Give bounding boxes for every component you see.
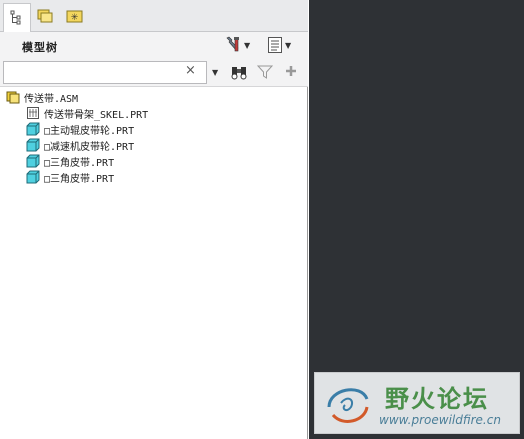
chevron-down-icon: ▼ <box>244 40 251 50</box>
add-button[interactable] <box>284 64 298 81</box>
chevron-down-icon: ▼ <box>285 40 292 50</box>
part-icon <box>26 138 40 152</box>
skeleton-part-icon <box>26 106 40 120</box>
tree-node-label: □三角皮带.PRT <box>44 157 115 169</box>
plus-icon <box>286 66 296 76</box>
model-tree-panel: ✳ 模型树 ▼ ▼ × ▼ 传送带.ASM 传送带骨架_SKEL.PRT □主动… <box>0 0 308 439</box>
binoculars-icon <box>231 67 247 80</box>
clear-search-icon[interactable]: × <box>185 63 196 78</box>
settings-tools-icon <box>226 36 239 52</box>
part-icon <box>26 170 40 184</box>
filter-icon <box>256 65 274 79</box>
show-list-icon <box>268 37 282 53</box>
tree-node-label: □三角皮带.PRT <box>44 173 115 185</box>
watermark-title: 野火论坛 <box>385 385 489 413</box>
watermark-logo <box>327 388 369 423</box>
favorites-tab[interactable]: ✳ <box>61 3 89 29</box>
tree-icon <box>10 10 21 25</box>
watermark: 野火论坛 www.proewildfire.cn <box>314 372 520 434</box>
filter-button[interactable] <box>256 64 274 83</box>
panel-header: 模型树 ▼ ▼ <box>0 32 308 59</box>
folders-icon <box>37 9 53 23</box>
model-tree: 传送带.ASM 传送带骨架_SKEL.PRT □主动辊皮带轮.PRT □减速机皮… <box>0 89 306 185</box>
tree-node-part[interactable]: □主动辊皮带轮.PRT <box>0 121 306 137</box>
tree-node-label: 传送带.ASM <box>24 93 79 105</box>
watermark-url: www.proewildfire.cn <box>379 413 501 427</box>
part-icon <box>26 122 40 136</box>
assembly-icon <box>6 90 20 104</box>
tree-node-part[interactable]: □三角皮带.PRT <box>0 153 306 169</box>
tree-node-part[interactable]: □减速机皮带轮.PRT <box>0 137 306 153</box>
star-folder-icon: ✳ <box>66 10 83 23</box>
app-window: ✳ 模型树 ▼ ▼ × ▼ 传送带.ASM 传送带骨架_SKEL.PRT □主动… <box>0 0 524 439</box>
svg-text:✳: ✳ <box>71 13 79 23</box>
search-row: × ▼ <box>0 59 308 87</box>
tree-node-label: □主动辊皮带轮.PRT <box>44 125 135 137</box>
navigator-tabstrip: ✳ <box>0 0 308 32</box>
show-button[interactable]: ▼ <box>267 36 291 54</box>
search-input[interactable] <box>3 61 207 84</box>
tree-node-skeleton[interactable]: 传送带骨架_SKEL.PRT <box>0 105 306 121</box>
tree-node-part[interactable]: □三角皮带.PRT <box>0 169 306 185</box>
panel-title: 模型树 <box>22 41 58 54</box>
search-options-dropdown[interactable]: ▼ <box>212 68 218 77</box>
model-tree-tab[interactable] <box>3 3 31 32</box>
part-icon <box>26 154 40 168</box>
find-button[interactable] <box>230 64 248 83</box>
folder-browser-tab[interactable] <box>32 3 60 29</box>
settings-button[interactable]: ▼ <box>224 36 250 54</box>
tree-node-label: □减速机皮带轮.PRT <box>44 141 135 153</box>
tree-node-label: 传送带骨架_SKEL.PRT <box>44 109 149 121</box>
tree-node-root[interactable]: 传送带.ASM <box>0 89 306 105</box>
